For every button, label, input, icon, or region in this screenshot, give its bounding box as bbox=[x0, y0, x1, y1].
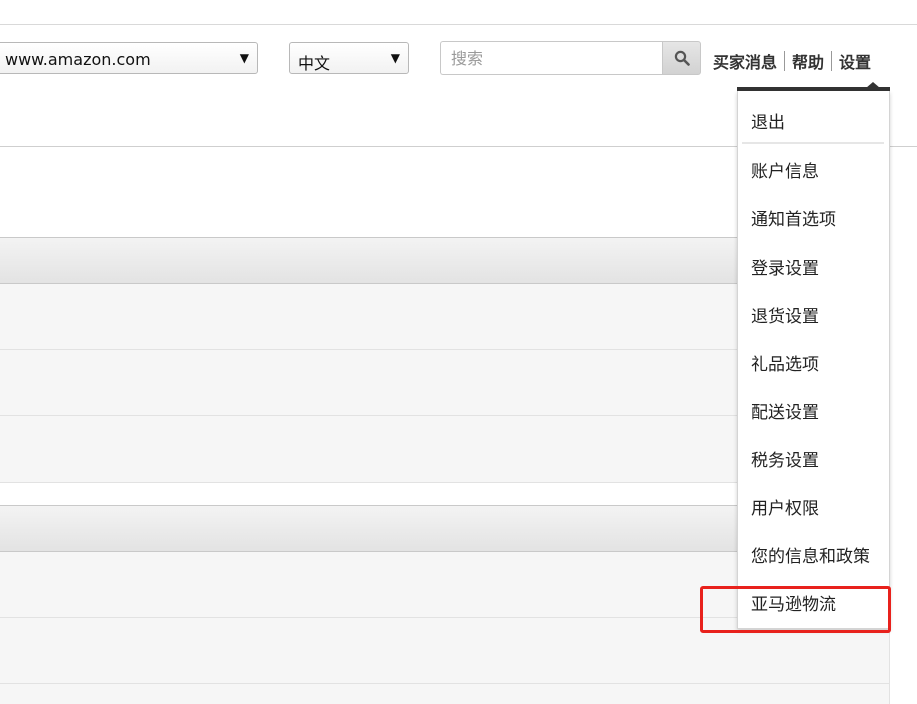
menu-item-tax-settings[interactable]: 税务设置 bbox=[751, 446, 819, 471]
settings-link[interactable]: 设置 bbox=[839, 49, 871, 73]
content-edge bbox=[889, 629, 890, 704]
menu-item-shipping-settings[interactable]: 配送设置 bbox=[751, 398, 819, 423]
buyer-messages-link[interactable]: 买家消息 bbox=[713, 49, 777, 73]
triangle-down-icon: ▼ bbox=[239, 51, 249, 65]
menu-item-gift-options[interactable]: 礼品选项 bbox=[751, 350, 819, 375]
highlight-annotation bbox=[700, 586, 891, 633]
link-separator bbox=[784, 51, 786, 71]
search-icon bbox=[674, 50, 690, 66]
marketplace-select[interactable]: www.amazon.com ▼ bbox=[0, 42, 258, 74]
help-link[interactable]: 帮助 bbox=[792, 49, 824, 73]
menu-item-user-permissions[interactable]: 用户权限 bbox=[751, 494, 819, 519]
triangle-down-icon: ▼ bbox=[390, 51, 400, 65]
link-separator bbox=[831, 51, 833, 71]
top-divider bbox=[0, 24, 917, 25]
settings-dropdown-menu: 退出 账户信息 通知首选项 登录设置 退货设置 礼品选项 配送设置 税务设置 用… bbox=[737, 91, 890, 629]
table-row bbox=[0, 684, 890, 704]
menu-divider bbox=[742, 142, 884, 144]
search-bar bbox=[440, 41, 701, 75]
menu-item-notification-preferences[interactable]: 通知首选项 bbox=[751, 205, 836, 230]
language-select-value: 中文 bbox=[298, 54, 331, 73]
search-button[interactable] bbox=[662, 41, 701, 75]
seller-central-page: www.amazon.com ▼ 中文 ▼ 买家消息 帮助 设置 bbox=[0, 0, 917, 704]
marketplace-select-value: www.amazon.com bbox=[5, 50, 151, 69]
language-select[interactable]: 中文 ▼ bbox=[289, 42, 409, 74]
menu-item-login-settings[interactable]: 登录设置 bbox=[751, 254, 819, 279]
menu-item-return-settings[interactable]: 退货设置 bbox=[751, 302, 819, 327]
top-links: 买家消息 帮助 设置 bbox=[713, 50, 871, 72]
menu-item-logout[interactable]: 退出 bbox=[751, 108, 785, 133]
menu-item-info-and-policies[interactable]: 您的信息和政策 bbox=[751, 542, 870, 567]
menu-item-account-info[interactable]: 账户信息 bbox=[751, 157, 819, 182]
search-input[interactable] bbox=[440, 41, 664, 75]
